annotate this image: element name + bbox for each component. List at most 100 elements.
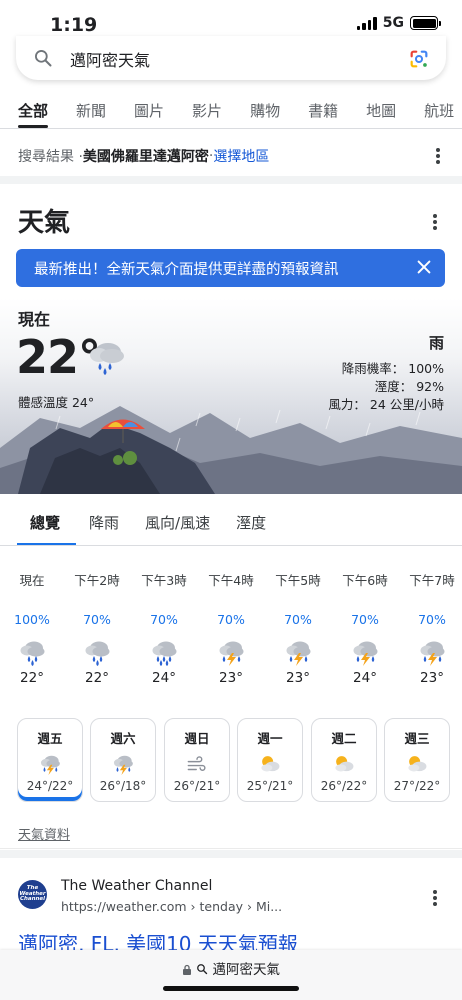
result-more-icon[interactable] [433, 890, 437, 906]
browser-address-bar[interactable]: 邁阿密天氣 [0, 950, 462, 1000]
weather-hero: 現在 22° 體感溫度 24° 雨 降雨機率： 100% 溼度： 92% 風力：… [0, 298, 462, 494]
address-text: 邁阿密天氣 [212, 962, 281, 978]
section-separator [0, 850, 462, 858]
results-prefix: 搜尋結果 · [18, 149, 83, 165]
daily-temperature: 25°/21° [246, 779, 294, 793]
search-box[interactable]: 邁阿密天氣 [16, 36, 446, 80]
tab-images[interactable]: 圖片 [120, 96, 178, 128]
search-tabs: 全部 新聞 圖片 影片 購物 書籍 地圖 航班 [0, 96, 462, 128]
tab-books[interactable]: 書籍 [294, 96, 352, 128]
daily-card[interactable]: 週一 25°/21° [237, 718, 303, 802]
thunderstorm-icon [111, 753, 135, 775]
hourly-item[interactable]: 下午6時 70% 24° [333, 570, 397, 686]
partly-cloudy-icon [258, 753, 282, 775]
humidity: 溼度： 92% [374, 379, 444, 394]
choose-region-link[interactable]: 選擇地區 [213, 146, 269, 166]
weather-divider [0, 848, 462, 849]
close-icon[interactable] [415, 258, 433, 276]
heavy-rain-icon [149, 638, 179, 666]
status-indicators: 5G [356, 15, 441, 31]
hourly-item[interactable]: 下午2時 70% 22° [65, 570, 129, 686]
rain-icon [17, 638, 47, 666]
signal-icon [356, 16, 377, 30]
daily-day: 週一 [257, 731, 283, 746]
tab-overview[interactable]: 總覽 [0, 500, 77, 546]
daily-temperature: 24°/22° [26, 779, 74, 793]
weather-title: 天氣 [18, 208, 71, 238]
section-separator [0, 176, 462, 184]
precipitation-chance: 降雨機率： 100% [341, 361, 444, 376]
google-lens-icon[interactable] [408, 48, 430, 70]
hourly-temperature: 24° [152, 670, 176, 686]
weather-data-link[interactable]: 天氣資料 [18, 824, 70, 843]
hourly-time: 下午3時 [141, 573, 187, 588]
hourly-temperature: 22° [85, 670, 109, 686]
home-indicator[interactable] [163, 986, 299, 991]
banner-text: 最新推出！全新天氣介面提供更詳盡的預報資訊 [34, 261, 339, 278]
hourly-item[interactable]: 下午5時 70% 23° [266, 570, 330, 686]
hourly-time: 下午4時 [208, 573, 254, 588]
hourly-forecast: 現在 100% 22° 下午2時 70% 22° 下午3時 70% 24° 下午4時 70% 23° 下… [0, 570, 462, 700]
hourly-item[interactable]: 現在 100% 22° [0, 570, 64, 686]
tab-news[interactable]: 新聞 [62, 96, 120, 128]
weather-channel-favicon: The Weather Channel [18, 880, 47, 909]
tab-videos[interactable]: 影片 [178, 96, 236, 128]
partly-cloudy-icon [405, 753, 429, 775]
thunderstorm-icon [417, 638, 447, 666]
hourly-item[interactable]: 下午7時 70% 23° [400, 570, 462, 686]
hourly-precip-chance: 70% [351, 612, 379, 627]
results-more-icon[interactable] [436, 148, 440, 164]
daily-card[interactable]: 週二 26°/22° [311, 718, 377, 802]
tabs-divider [0, 128, 462, 129]
daily-card[interactable]: 週三 27°/22° [384, 718, 450, 802]
status-time: 1:19 [50, 14, 98, 36]
daily-card[interactable]: 週六 26°/18° [90, 718, 156, 802]
hourly-precip-chance: 100% [14, 612, 50, 627]
daily-card[interactable]: 週日 26°/21° [164, 718, 230, 802]
lock-icon [182, 964, 191, 975]
weather-more-icon[interactable] [433, 214, 437, 230]
daily-temperature: 26°/18° [99, 779, 147, 793]
hourly-item[interactable]: 下午4時 70% 23° [199, 570, 263, 686]
battery-icon [410, 16, 441, 30]
tab-flights[interactable]: 航班 [410, 96, 462, 128]
network-label: 5G [382, 15, 404, 31]
tab-shopping[interactable]: 購物 [236, 96, 294, 128]
hourly-item[interactable]: 下午3時 70% 24° [132, 570, 196, 686]
rain-icon [90, 343, 124, 375]
tab-maps[interactable]: 地圖 [352, 96, 410, 128]
new-weather-banner[interactable]: 最新推出！全新天氣介面提供更詳盡的預報資訊 [16, 249, 445, 287]
hourly-precip-chance: 70% [150, 612, 178, 627]
daily-temperature: 27°/22° [393, 779, 441, 793]
hourly-precip-chance: 70% [217, 612, 245, 627]
result-site-name[interactable]: The Weather Channel [61, 878, 212, 894]
search-input[interactable]: 邁阿密天氣 [70, 47, 150, 71]
address-url[interactable]: 邁阿密天氣 [0, 958, 462, 978]
thunderstorm-icon [283, 638, 313, 666]
results-location: 美國佛羅里達邁阿密 [82, 149, 209, 165]
hourly-temperature: 23° [420, 670, 444, 686]
daily-day: 週三 [404, 731, 430, 746]
detail-tabs-divider [0, 545, 462, 546]
now-label: 現在 [18, 310, 51, 329]
hourly-temperature: 23° [286, 670, 310, 686]
tab-wind[interactable]: 風向/風速 [132, 500, 223, 546]
wind-speed: 風力： 24 公里/小時 [328, 397, 444, 412]
daily-day: 週二 [331, 731, 357, 746]
daily-card[interactable]: 週五 24°/22° [17, 718, 83, 802]
hourly-time: 現在 [19, 573, 45, 588]
tab-all[interactable]: 全部 [0, 96, 62, 128]
tab-humidity[interactable]: 溼度 [223, 500, 279, 546]
hourly-temperature: 24° [353, 670, 377, 686]
hourly-time: 下午2時 [74, 573, 120, 588]
daily-temperature: 26°/21° [173, 779, 221, 793]
rain-icon [82, 638, 112, 666]
thunderstorm-icon [38, 753, 62, 775]
tab-precipitation[interactable]: 降雨 [76, 500, 132, 546]
condition-label: 雨 [428, 334, 444, 352]
search-icon [35, 50, 52, 67]
wind-icon [185, 753, 209, 775]
daily-day: 週六 [110, 731, 136, 746]
hourly-precip-chance: 70% [83, 612, 111, 627]
result-url[interactable]: https://weather.com › tenday › Mi... [61, 899, 282, 914]
